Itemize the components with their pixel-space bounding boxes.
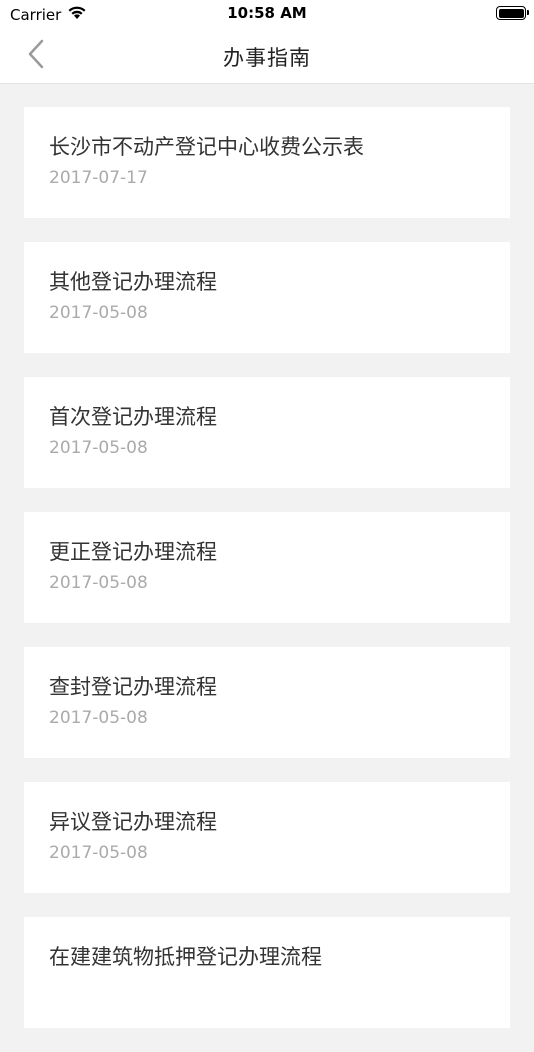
- list-item-date: 2017-05-08: [49, 843, 148, 863]
- list-item[interactable]: 查封登记办理流程 2017-05-08: [24, 647, 510, 758]
- list-item-title: 其他登记办理流程: [49, 270, 217, 294]
- list-item[interactable]: 在建建筑物抵押登记办理流程: [24, 917, 510, 1028]
- list-item-title: 更正登记办理流程: [49, 540, 217, 564]
- list-item-date: 2017-07-17: [49, 168, 148, 188]
- list-item-title: 在建建筑物抵押登记办理流程: [49, 945, 322, 969]
- list-item-date: 2017-05-08: [49, 438, 148, 458]
- status-bar: Carrier 10:58 AM: [0, 0, 534, 28]
- list-item-title: 异议登记办理流程: [49, 810, 217, 834]
- list-item-title: 首次登记办理流程: [49, 405, 217, 429]
- list-item[interactable]: 其他登记办理流程 2017-05-08: [24, 242, 510, 353]
- list-item-date: 2017-05-08: [49, 303, 148, 323]
- list-item[interactable]: 首次登记办理流程 2017-05-08: [24, 377, 510, 488]
- list-item-date: 2017-05-08: [49, 708, 148, 728]
- status-time: 10:58 AM: [227, 4, 307, 22]
- list-item[interactable]: 长沙市不动产登记中心收费公示表 2017-07-17: [24, 107, 510, 218]
- battery-icon: [496, 6, 529, 20]
- list-item-title: 查封登记办理流程: [49, 675, 217, 699]
- page-title: 办事指南: [223, 46, 311, 70]
- list-item[interactable]: 异议登记办理流程 2017-05-08: [24, 782, 510, 893]
- list-item-title: 长沙市不动产登记中心收费公示表: [49, 135, 364, 159]
- list-item-date: 2017-05-08: [49, 573, 148, 593]
- guide-list: 长沙市不动产登记中心收费公示表 2017-07-17 其他登记办理流程 2017…: [24, 107, 510, 1052]
- list-item[interactable]: 更正登记办理流程 2017-05-08: [24, 512, 510, 623]
- navigation-bar: 办事指南: [0, 28, 534, 84]
